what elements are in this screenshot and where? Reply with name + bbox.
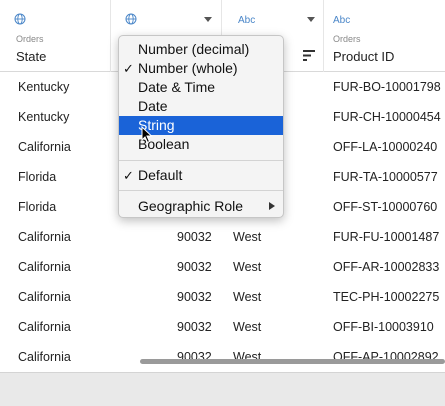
menu-item-label: Number (decimal) [138,41,250,57]
cell-product-id: OFF-BI-10003910 [333,320,434,334]
cell-region: West [233,260,262,274]
cell-postal-code: 90032 [177,230,212,244]
table-row: California 90032 West OFF-BI-10003910 [0,312,445,342]
column-header-product-id[interactable]: Abc Orders Product ID [324,0,445,72]
column-source: Orders [16,34,44,44]
menu-item-label: Date & Time [138,79,216,95]
cell-product-id: OFF-LA-10000240 [333,140,438,154]
column-source: Orders [333,34,361,44]
menu-separator [119,190,283,191]
cell-state: California [18,350,71,364]
cell-product-id: OFF-ST-10000760 [333,200,438,214]
cell-product-id: FUR-CH-10000454 [333,110,441,124]
cell-region: West [233,320,262,334]
menu-separator [119,160,283,161]
string-type-icon: Abc [333,15,351,26]
table-row: California 90032 West TEC-PH-10002275 [0,282,445,312]
menu-item-date-time[interactable]: Date & Time [119,78,283,97]
status-bar [0,372,445,406]
cell-product-id: FUR-BO-10001798 [333,80,441,94]
table-row: California 90032 West OFF-AR-10002833 [0,252,445,282]
table-row: California 90032 West OFF-AP-10002892 [0,342,445,372]
menu-item-label: Default [138,167,183,183]
cell-postal-code: 90032 [177,260,212,274]
menu-item-number-decimal[interactable]: Number (decimal) [119,40,283,59]
column-header-state[interactable]: Orders State [0,0,111,72]
cell-product-id: OFF-AR-10002833 [333,260,440,274]
globe-icon [125,13,137,25]
column-name: Product ID [333,49,395,64]
menu-item-label: Geographic Role [138,198,244,214]
menu-item-label: Date [138,98,168,114]
string-type-icon: Abc [238,15,256,26]
cell-product-id: FUR-FU-10001487 [333,230,440,244]
menu-item-date[interactable]: Date [119,97,283,116]
cell-product-id: TEC-PH-10002275 [333,290,440,304]
mouse-pointer-icon [141,126,153,144]
menu-item-label: Number (whole) [138,60,238,76]
submenu-arrow-icon [269,202,275,210]
column-name: State [16,49,47,64]
globe-icon [14,13,26,25]
cell-state: California [18,140,71,154]
sort-icon[interactable] [303,50,315,61]
cell-state: Kentucky [18,80,70,94]
menu-item-geographic-role[interactable]: Geographic Role [119,197,283,216]
cell-state: Kentucky [18,110,70,124]
cell-state: California [18,260,71,274]
cell-postal-code: 90032 [177,320,212,334]
cell-state: California [18,320,71,334]
chevron-down-icon[interactable] [307,17,315,22]
cell-postal-code: 90032 [177,290,212,304]
cell-state: California [18,230,71,244]
cell-state: Florida [18,200,57,214]
cell-state: California [18,290,71,304]
cell-region: West [233,230,262,244]
cell-product-id: FUR-TA-10000577 [333,170,438,184]
chevron-down-icon[interactable] [204,17,212,22]
cell-region: West [233,290,262,304]
checkmark-icon: ✓ [123,168,134,183]
cell-state: Florida [18,170,57,184]
menu-item-default[interactable]: ✓ Default [119,166,283,185]
table-row: California 90032 West FUR-FU-10001487 [0,222,445,252]
menu-item-number-whole[interactable]: ✓ Number (whole) [119,59,283,78]
horizontal-scrollbar[interactable] [140,359,445,364]
checkmark-icon: ✓ [123,61,134,76]
